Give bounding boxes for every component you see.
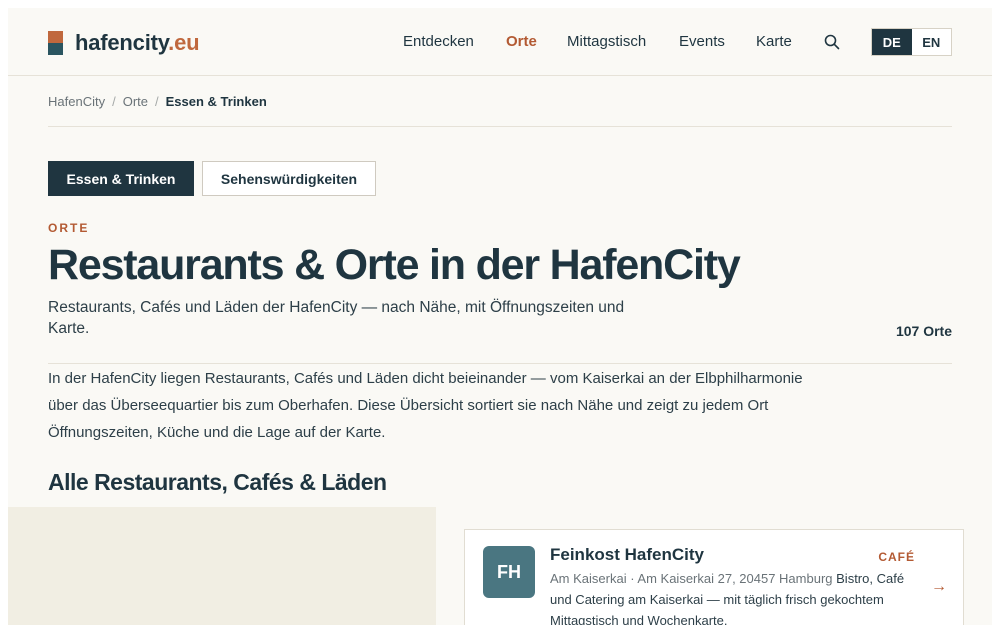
listing-name[interactable]: Feinkost HafenCity — [550, 545, 704, 565]
results-count: 107 Orte — [895, 323, 952, 339]
lang-de-button[interactable]: DE — [872, 29, 912, 55]
divider — [48, 126, 952, 127]
search-icon[interactable] — [823, 33, 841, 51]
listing-description: Am Kaiserkai · Am Kaiserkai 27, 20457 Ha… — [550, 568, 920, 625]
tab-essen-trinken[interactable]: Essen & Trinken — [48, 161, 194, 196]
logo[interactable]: hafencity.eu — [48, 30, 200, 56]
breadcrumb-current: Essen & Trinken — [165, 94, 267, 109]
language-switch: DE EN — [871, 28, 952, 56]
breadcrumb: HafenCity / Orte / Essen & Trinken — [48, 94, 267, 109]
page-eyebrow: ORTE — [48, 221, 90, 235]
nav-item-orte[interactable]: Orte — [506, 33, 537, 50]
divider — [48, 363, 952, 364]
logo-mark-icon — [48, 31, 63, 55]
listing-card[interactable]: FH Feinkost HafenCity CAFÉ Am Kaiserkai … — [464, 529, 964, 625]
tab-sehenswuerdigkeiten[interactable]: Sehenswürdigkeiten — [202, 161, 376, 196]
nav-item-karte[interactable]: Karte — [756, 33, 792, 50]
map-panel[interactable] — [8, 507, 436, 625]
lang-en-button[interactable]: EN — [911, 29, 951, 55]
breadcrumb-separator: / — [155, 94, 159, 109]
intro-text: In der HafenCity liegen Restaurants, Caf… — [48, 370, 803, 441]
nav-item-mittagstisch[interactable]: Mittagstisch — [567, 33, 646, 50]
nav-item-entdecken[interactable]: Entdecken — [403, 33, 474, 50]
breadcrumb-separator: / — [112, 94, 116, 109]
listing-address: Am Kaiserkai · Am Kaiserkai 27, 20457 Ha… — [550, 571, 833, 586]
breadcrumb-item-orte[interactable]: Orte — [123, 94, 148, 109]
arrow-right-icon[interactable]: → — [931, 578, 947, 596]
nav-item-events[interactable]: Events — [679, 33, 725, 50]
logo-text: hafencity.eu — [75, 30, 200, 55]
page-title: Restaurants & Orte in der HafenCity — [48, 241, 741, 289]
listing-category-badge: CAFÉ — [878, 550, 915, 564]
section-title: Alle Restaurants, Cafés & Läden — [48, 469, 387, 495]
site-header: hafencity.eu Entdecken Orte Mittagstisch… — [8, 8, 992, 76]
page: hafencity.eu Entdecken Orte Mittagstisch… — [8, 8, 992, 625]
breadcrumb-item-hafencity[interactable]: HafenCity — [48, 94, 105, 109]
listing-avatar: FH — [483, 546, 535, 598]
page-subtitle: Restaurants, Cafés und Läden der HafenCi… — [48, 299, 625, 337]
